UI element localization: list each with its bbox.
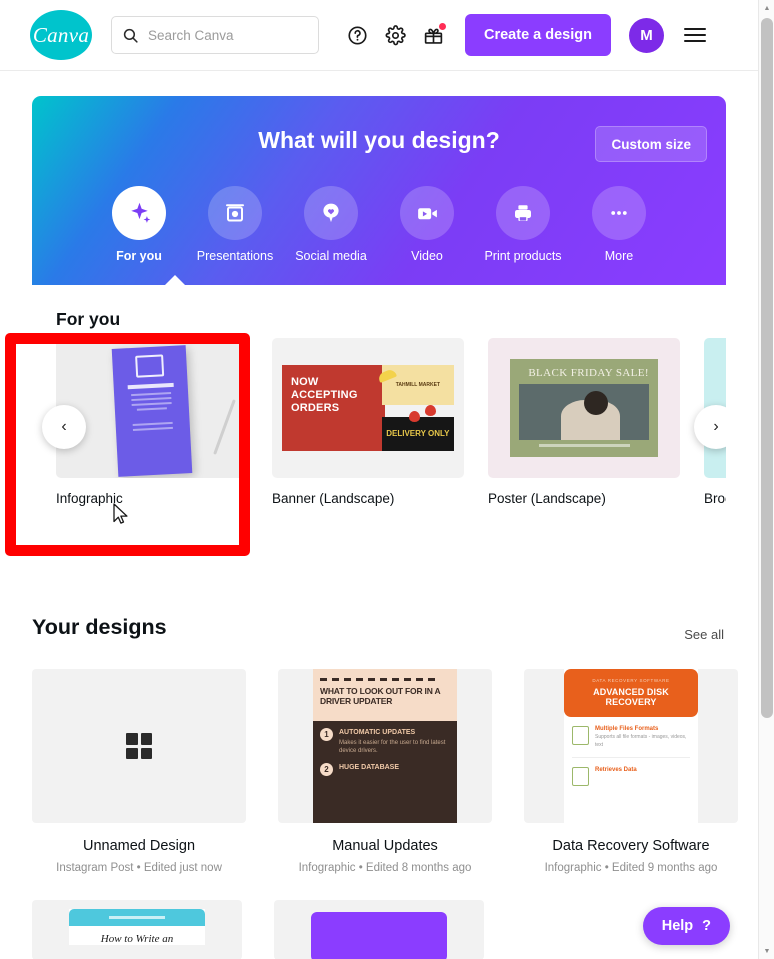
category-label: Print products	[484, 249, 562, 263]
carousel-card-banner-landscape[interactable]: NOW ACCEPTING ORDERS TAHMILL MARKET DELI…	[272, 338, 464, 506]
design-card-manual-updates[interactable]: WHAT TO LOOK OUT FOR IN A DRIVER UPDATER…	[278, 669, 492, 874]
category-tab-social-media[interactable]: Social media	[283, 186, 379, 263]
design-category-tabs: For you Presentations Social media Video…	[32, 186, 726, 263]
heart-pin-icon	[304, 186, 358, 240]
gift-icon[interactable]	[422, 23, 446, 46]
carousel-prev-button[interactable]: ‹	[42, 405, 86, 449]
recovery-kicker: DATA RECOVERY SOFTWARE	[592, 678, 670, 683]
avatar[interactable]: M	[629, 17, 664, 53]
avatar-initial: M	[640, 26, 653, 44]
manual-item-1-number: 1	[320, 728, 333, 741]
design-card-purple-block[interactable]	[274, 900, 484, 959]
category-tab-more[interactable]: More	[571, 186, 667, 263]
scroll-up-arrow[interactable]: ▲	[759, 0, 774, 16]
recovery-title: ADVANCED DISK RECOVERY	[593, 687, 669, 707]
search-bar[interactable]	[111, 16, 319, 54]
printer-icon	[496, 186, 550, 240]
for-you-section: For you Infographic NOW ACCEPTING ORDERS…	[32, 285, 726, 538]
design-card-data-recovery-software[interactable]: DATA RECOVERY SOFTWARE ADVANCED DISK REC…	[524, 669, 738, 874]
manual-item-2-title: HUGE DATABASE	[339, 763, 400, 771]
category-tab-video[interactable]: Video	[379, 186, 475, 263]
create-a-design-button[interactable]: Create a design	[465, 14, 611, 56]
infographic-thumbnail	[56, 338, 248, 478]
hamburger-menu-icon[interactable]	[684, 24, 706, 46]
poster-thumbnail: BLACK FRIDAY SALE!	[488, 338, 680, 478]
design-meta: Instagram Post • Edited just now	[56, 862, 222, 874]
carousel-card-poster-landscape[interactable]: BLACK FRIDAY SALE! Poster (Landscape)	[488, 338, 680, 506]
banner-thumbnail: NOW ACCEPTING ORDERS TAHMILL MARKET DELI…	[272, 338, 464, 478]
manual-item-1-title: AUTOMATIC UPDATES	[339, 729, 416, 736]
poster-title: BLACK FRIDAY SALE!	[528, 367, 649, 379]
for-you-heading: For you	[56, 309, 121, 329]
canva-logo-text: Canva	[32, 22, 90, 47]
canva-homepage: Canva Search Canva Create a design M Wha…	[0, 0, 774, 959]
design-type-hero-banner: What will you design? Custom size For yo…	[32, 96, 726, 285]
design-name: Manual Updates	[332, 838, 438, 854]
design-thumbnail: DATA RECOVERY SOFTWARE ADVANCED DISK REC…	[524, 669, 738, 823]
category-tab-for-you[interactable]: For you	[91, 186, 187, 263]
presentation-icon	[208, 186, 262, 240]
manual-title: WHAT TO LOOK OUT FOR IN A DRIVER UPDATER	[320, 686, 441, 707]
top-navigation-bar: Canva Search Canva Create a design M	[0, 0, 758, 71]
grid-placeholder-icon	[126, 733, 152, 759]
designs-grid: Unnamed Design Instagram Post • Edited j…	[32, 669, 738, 874]
page-scrollbar[interactable]: ▲ ▼	[758, 0, 774, 959]
header-icon-group	[346, 23, 446, 46]
design-name: Unnamed Design	[82, 838, 196, 854]
help-button[interactable]: Help ?	[642, 907, 730, 945]
help-label: Help	[661, 918, 694, 934]
carousel-card-label: Infographic	[56, 491, 123, 506]
design-thumbnail	[32, 669, 246, 823]
category-label: Video	[411, 249, 443, 263]
gear-icon[interactable]	[384, 24, 406, 46]
ellipsis-icon	[592, 186, 646, 240]
banner-headline: NOW ACCEPTING ORDERS	[282, 365, 386, 451]
design-card-unnamed-design[interactable]: Unnamed Design Instagram Post • Edited j…	[32, 669, 246, 874]
category-tab-print-products[interactable]: Print products	[475, 186, 571, 263]
for-you-carousel: Infographic NOW ACCEPTING ORDERS TAHMILL…	[32, 338, 726, 528]
banner-delivery-text: DELIVERY ONLY	[381, 416, 454, 451]
help-circle-icon[interactable]	[346, 24, 368, 46]
design-meta: Infographic • Edited 9 months ago	[544, 862, 718, 874]
carousel-card-label: Banner (Landscape)	[272, 491, 395, 506]
scroll-down-arrow[interactable]: ▼	[759, 943, 774, 959]
category-label: More	[604, 249, 634, 263]
category-label: Social media	[295, 249, 367, 263]
mouse-cursor	[113, 503, 128, 524]
video-camera-icon	[400, 186, 454, 240]
design-meta: Infographic • Edited 8 months ago	[298, 862, 472, 874]
design-card-how-to-write[interactable]: How to Write an	[32, 900, 242, 959]
category-tab-presentations[interactable]: Presentations	[187, 186, 283, 263]
gift-notification-dot	[439, 23, 446, 30]
search-input[interactable]	[148, 27, 298, 43]
custom-size-button[interactable]: Custom size	[595, 126, 707, 162]
recovery-row1-title: Multiple Files Formats	[595, 726, 659, 732]
chart-icon	[572, 767, 589, 786]
see-all-link[interactable]: See all	[684, 627, 724, 642]
recovery-row2-title: Retrieves Data	[595, 767, 637, 773]
your-designs-section: Your designs See all Unnamed Design Inst…	[32, 615, 738, 959]
canva-logo[interactable]: Canva	[30, 10, 92, 60]
clipboard-icon	[572, 726, 589, 745]
help-question-icon: ?	[702, 918, 711, 934]
sparkle-icon	[112, 186, 166, 240]
manual-item-2-number: 2	[320, 762, 333, 776]
search-icon	[123, 28, 138, 43]
category-label: For you	[116, 249, 162, 263]
manual-item-1-body: Makes it easier for the user to find lat…	[339, 740, 446, 755]
category-label: Presentations	[196, 249, 274, 263]
design-thumbnail: WHAT TO LOOK OUT FOR IN A DRIVER UPDATER…	[278, 669, 492, 823]
scrollbar-thumb[interactable]	[761, 18, 773, 718]
recovery-row1-body: Supports all file formats - images, vide…	[595, 734, 687, 748]
active-tab-notch	[164, 275, 186, 285]
design-name: Data Recovery Software	[552, 838, 710, 854]
your-designs-heading: Your designs	[32, 615, 167, 639]
designs-grid-row-2: How to Write an	[32, 900, 726, 959]
carousel-card-label: Brochu	[704, 491, 726, 506]
carousel-card-label: Poster (Landscape)	[488, 491, 606, 506]
how-to-write-caption: How to Write an	[100, 933, 174, 945]
